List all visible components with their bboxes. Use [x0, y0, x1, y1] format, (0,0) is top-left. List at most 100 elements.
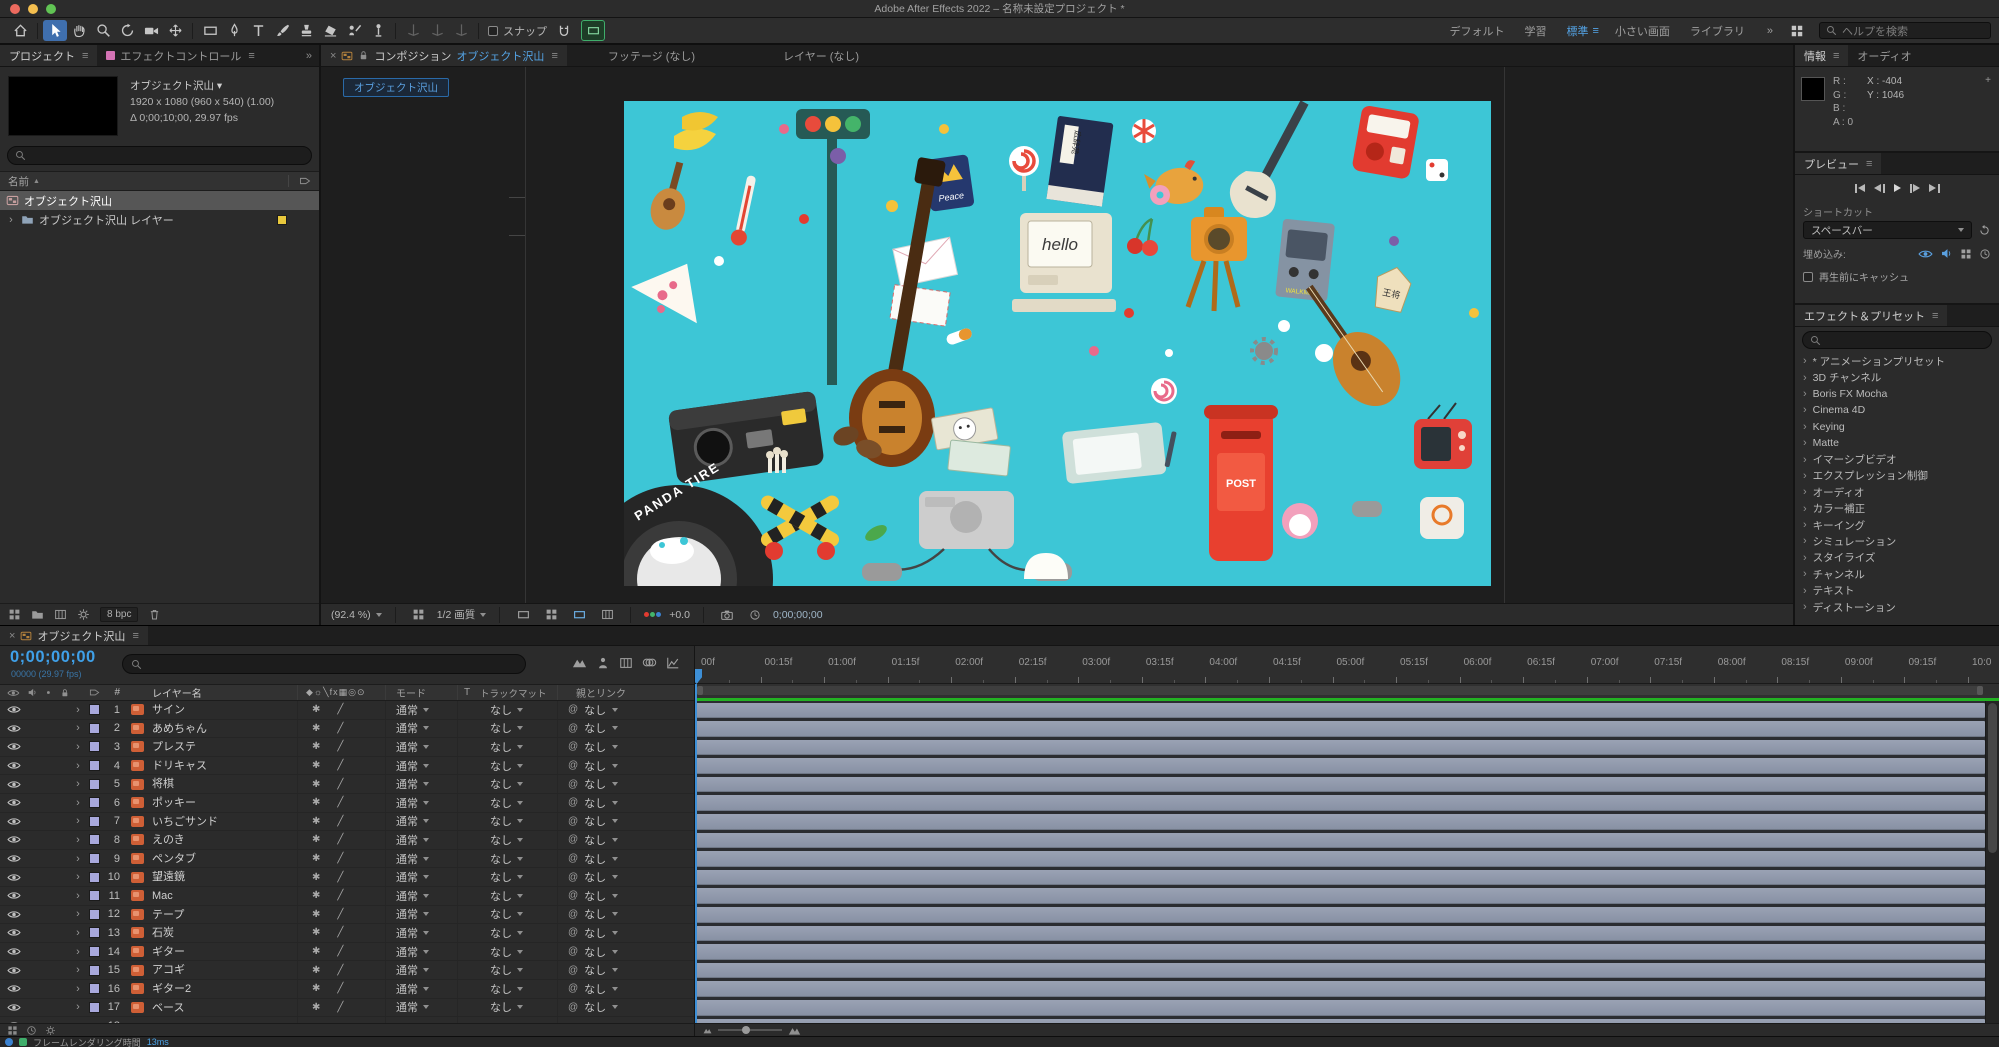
layer-label-column[interactable] — [86, 797, 102, 809]
layer-visibility-eye-icon[interactable] — [7, 798, 21, 807]
zoom-window-button[interactable] — [46, 4, 56, 14]
layer-switches[interactable]: ✱ ╱ — [298, 775, 386, 793]
layer-parent-dropdown[interactable]: @ なし — [558, 962, 694, 978]
timeline-vertical-scrollbar[interactable] — [1985, 701, 1999, 1023]
layer-label-color[interactable] — [88, 834, 100, 846]
layer-label-color[interactable] — [88, 908, 100, 920]
layer-visibility-eye-icon[interactable] — [7, 984, 21, 993]
layer-row[interactable]: › 9 ペンタブ ✱ ╱ 通常 なし @ なし — [0, 849, 694, 869]
project-item-comp[interactable]: オブジェクト沢山 — [0, 191, 319, 210]
hand-tool[interactable] — [67, 20, 91, 41]
roto-brush-tool[interactable] — [342, 20, 366, 41]
layer-row[interactable]: › 17 ベース ✱ ╱ 通常 なし @ なし — [0, 998, 694, 1018]
cache-before-playback-checkbox[interactable] — [1803, 271, 1813, 282]
parent-column-header[interactable]: 親とリンク — [558, 685, 694, 700]
brush-tool[interactable] — [270, 20, 294, 41]
time-ruler[interactable]: 00f 00:15f 01:00f 01:15f 02:00f 02:15f 03:00f 0… — [695, 646, 1999, 684]
effects-category-item[interactable]: › エクスプレッション制御 — [1795, 468, 1999, 484]
transparency-grid-icon[interactable] — [541, 607, 561, 623]
layer-parent-dropdown[interactable]: @ なし — [558, 981, 694, 997]
layer-parent-dropdown[interactable]: @ なし — [558, 795, 694, 811]
layer-blend-mode-dropdown[interactable]: 通常 — [386, 849, 458, 868]
layer-switches[interactable]: ✱ ╱ — [298, 886, 386, 905]
layer-blend-mode-dropdown[interactable]: 通常 — [386, 719, 458, 738]
layer-label-color[interactable] — [88, 722, 100, 734]
view-axis-mode[interactable] — [449, 20, 473, 41]
include-audio-icon[interactable] — [1940, 247, 1953, 260]
layer-expand-arrow[interactable]: › — [70, 741, 86, 753]
layer-label-column[interactable] — [86, 834, 102, 846]
layer-switches[interactable]: ✱ ╱ — [298, 849, 386, 868]
layer-name[interactable]: Mac — [148, 886, 298, 905]
layer-parent-dropdown[interactable]: @ なし — [558, 925, 694, 941]
panel-menu-icon[interactable]: ≡ — [1833, 50, 1839, 62]
layer-trackmatte-dropdown[interactable]: なし — [476, 849, 558, 868]
zoom-slider-knob[interactable] — [742, 1026, 750, 1034]
effects-category-item[interactable]: › Keying — [1795, 419, 1999, 435]
layer-duration-bar[interactable] — [695, 758, 1985, 774]
new-folder-icon[interactable] — [31, 608, 44, 621]
layer-expand-arrow[interactable]: › — [70, 704, 86, 716]
layer-label-color[interactable] — [88, 741, 100, 753]
layer-name[interactable]: いちごサンド — [148, 812, 298, 831]
layer-trackmatte-dropdown[interactable]: なし — [476, 905, 558, 924]
pickwhip-icon[interactable]: @ — [568, 741, 578, 752]
quality-switch[interactable]: ╱ — [337, 965, 343, 976]
layer-visibility-eye-icon[interactable] — [7, 910, 21, 919]
layer-switches[interactable]: ✱ ╱ — [298, 812, 386, 831]
layer-switches[interactable]: ✱ ╱ — [298, 998, 386, 1017]
layer-blend-mode-dropdown[interactable]: 通常 — [386, 924, 458, 942]
layer-blend-mode-dropdown[interactable]: 通常 — [386, 886, 458, 905]
layer-row[interactable]: › 8 えのき ✱ ╱ 通常 なし @ なし — [0, 831, 694, 850]
layer-label-color[interactable] — [88, 871, 100, 883]
layer-expand-arrow[interactable]: › — [70, 946, 86, 958]
layer-label-color[interactable] — [88, 983, 100, 995]
layer-trackmatte-dropdown[interactable]: なし — [476, 868, 558, 886]
expand-transfer-controls-icon[interactable] — [26, 1025, 37, 1036]
draft-3d-icon[interactable] — [572, 655, 587, 670]
layer-switches[interactable]: ✱ ╱ — [298, 961, 386, 979]
layer-switches[interactable]: ✱ ╱ — [298, 905, 386, 924]
effects-category-item[interactable]: › チャンネル — [1795, 566, 1999, 582]
previous-frame-button[interactable] — [1874, 183, 1885, 193]
collapse-switch[interactable]: ✱ — [312, 741, 320, 752]
layer-row[interactable]: › 13 石炭 ✱ ╱ 通常 なし @ なし — [0, 924, 694, 943]
layer-label-color[interactable] — [88, 927, 100, 939]
layer-blend-mode-dropdown[interactable]: 通常 — [386, 998, 458, 1017]
layer-label-column[interactable] — [86, 853, 102, 865]
layer-label-color[interactable] — [88, 1001, 100, 1013]
layer-duration-bar[interactable] — [695, 888, 1985, 904]
timeline-track-row[interactable] — [695, 701, 1985, 720]
new-composition-icon[interactable] — [54, 608, 67, 621]
shape-tool[interactable] — [198, 20, 222, 41]
layer-trackmatte-dropdown[interactable]: なし — [476, 924, 558, 942]
bit-depth-button[interactable]: 8 bpc — [100, 607, 139, 622]
layer-label-color[interactable] — [88, 946, 100, 958]
layer-label-column[interactable] — [86, 760, 102, 772]
minimize-window-button[interactable] — [28, 4, 38, 14]
panel-menu-icon[interactable]: ≡ — [551, 50, 557, 62]
camera-tool[interactable] — [139, 20, 163, 41]
layer-row[interactable]: › 7 いちごサンド ✱ ╱ 通常 なし @ なし — [0, 812, 694, 832]
effects-category-item[interactable]: › シミュレーション — [1795, 533, 1999, 549]
puppet-pin-tool[interactable] — [366, 20, 390, 41]
pickwhip-icon[interactable]: @ — [568, 890, 578, 901]
layer-switches[interactable]: ✱ ╱ — [298, 979, 386, 998]
quality-switch[interactable]: ╱ — [337, 834, 343, 845]
snap-active-icon[interactable] — [581, 20, 605, 41]
layer-name[interactable]: 将棋 — [148, 775, 298, 793]
timeline-track-row[interactable] — [695, 999, 1985, 1018]
pickwhip-icon[interactable]: @ — [568, 760, 578, 771]
effects-category-item[interactable]: › Matte — [1795, 435, 1999, 451]
pickwhip-icon[interactable]: @ — [568, 946, 578, 957]
layer-label-column[interactable] — [86, 908, 102, 920]
tab-overflow-icon[interactable]: » — [306, 50, 319, 62]
switches-column-header[interactable]: ◆☼╲fx▦◎⊙ — [298, 685, 386, 700]
layer-blend-mode-dropdown[interactable]: 通常 — [386, 793, 458, 812]
media-browser-icon[interactable] — [1785, 20, 1809, 41]
layer-parent-dropdown[interactable]: @ なし — [558, 888, 694, 904]
collapse-switch[interactable]: ✱ — [312, 983, 320, 994]
layer-row[interactable]: › 14 ギター ✱ ╱ 通常 なし @ なし — [0, 942, 694, 962]
rotation-tool[interactable] — [115, 20, 139, 41]
pickwhip-icon[interactable]: @ — [568, 834, 578, 845]
